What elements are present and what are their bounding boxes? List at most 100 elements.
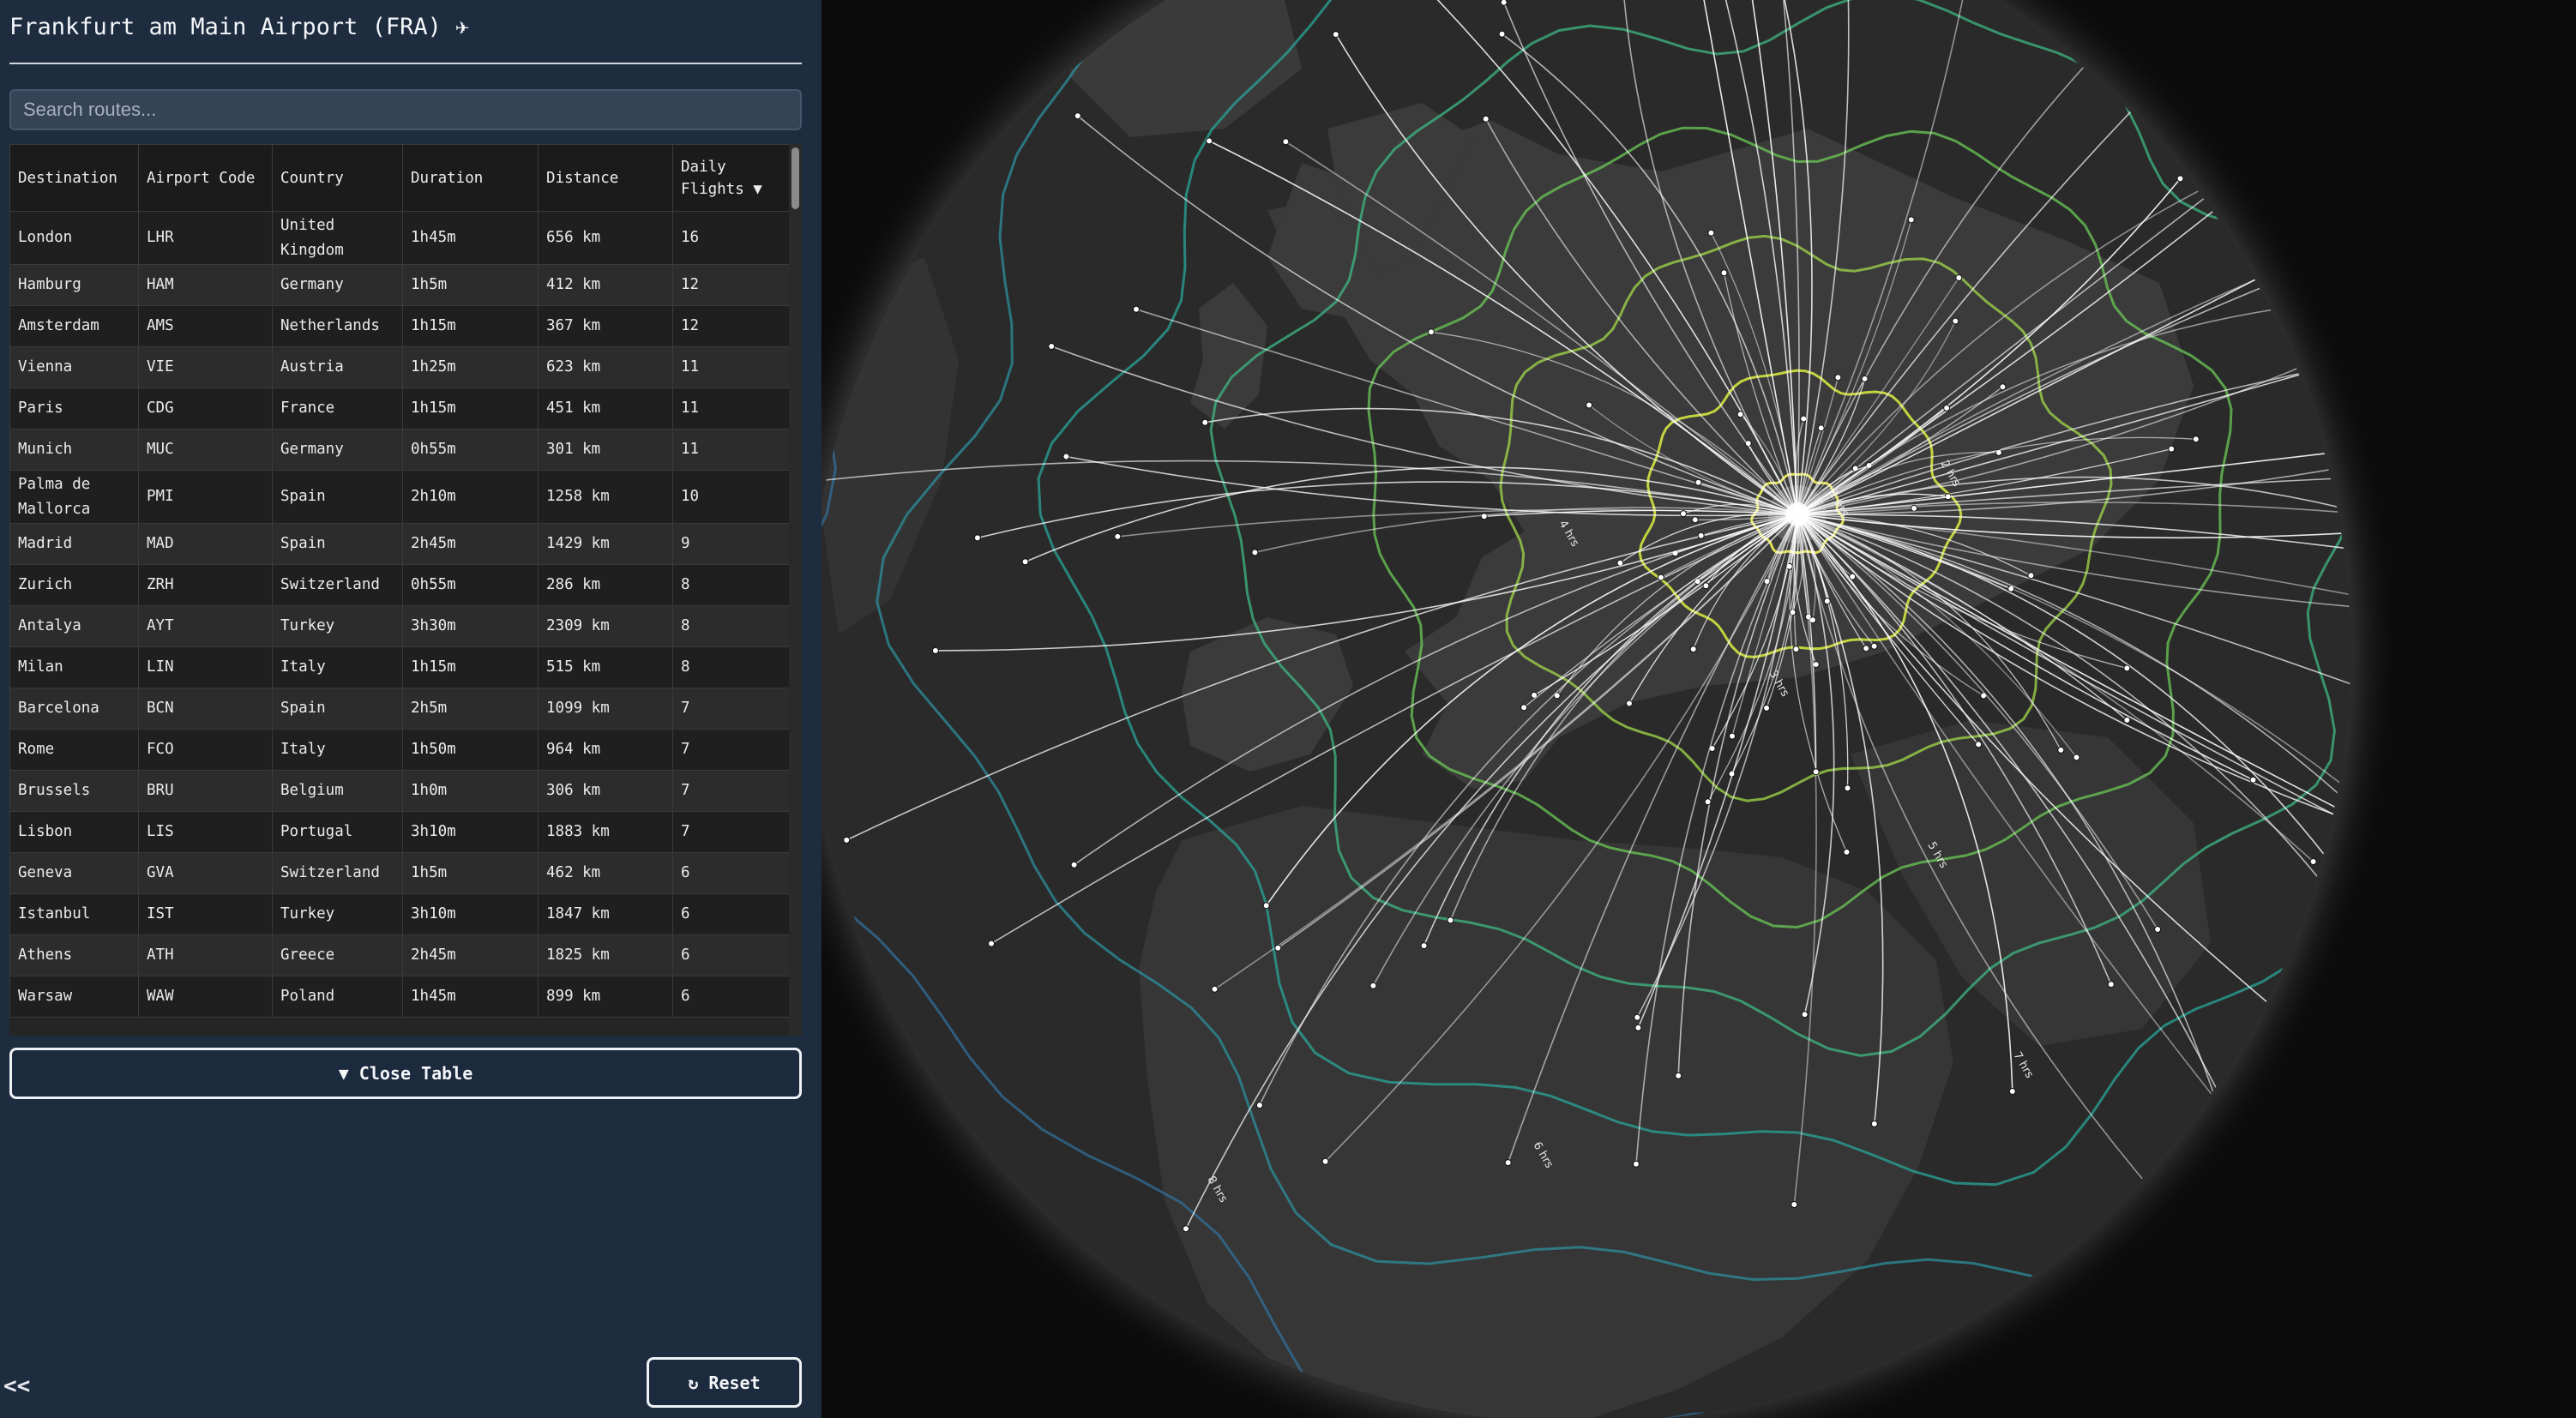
table-row[interactable]: Geneva GVA Switzerland 1h5m 462 km 6 [9,852,790,894]
destination-marker[interactable] [2523,328,2529,334]
destination-marker[interactable] [1843,848,1851,856]
destination-marker[interactable] [1504,1159,1512,1167]
destination-marker[interactable] [2154,926,2162,933]
table-row[interactable]: Lisbon LIS Portugal 3h10m 1883 km 7 [9,811,790,853]
destination-marker[interactable] [1999,383,2007,391]
destination-marker[interactable] [1133,305,1140,313]
destination-marker[interactable] [973,534,981,542]
destination-marker[interactable] [2057,746,2065,754]
destination-marker[interactable] [1633,1160,1640,1168]
destination-marker[interactable] [1849,573,1857,580]
destination-marker[interactable] [1952,317,1959,325]
destination-marker[interactable] [2417,841,2423,847]
search-routes-input[interactable] [9,89,802,130]
destination-marker[interactable] [1500,0,1508,6]
destination-marker[interactable] [2423,859,2429,865]
reset-button[interactable]: ↻ Reset [647,1357,802,1408]
destination-marker[interactable] [1702,582,1710,590]
destination-marker[interactable] [1823,598,1831,605]
destination-marker[interactable] [1689,646,1697,653]
destination-marker[interactable] [2176,175,2184,183]
destination-marker[interactable] [843,836,851,844]
table-scroll-thumb[interactable] [791,147,799,209]
destination-marker[interactable] [1694,478,1702,486]
destination-marker[interactable] [2433,1134,2439,1140]
destination-marker[interactable] [1048,343,1056,350]
destination-marker[interactable] [1282,138,1290,146]
destination-marker[interactable] [2008,1088,2016,1095]
destination-marker[interactable] [1183,1225,1189,1233]
destination-marker[interactable] [1911,504,1918,512]
table-row[interactable]: Athens ATH Greece 2h45m 1825 km 6 [9,934,790,976]
destination-marker[interactable] [1321,1157,1329,1165]
destination-marker[interactable] [2285,129,2293,137]
destination-marker[interactable] [1447,916,1454,924]
table-row[interactable]: Amsterdam AMS Netherlands 1h15m 367 km 12 [9,305,790,347]
table-scrollbar[interactable] [789,144,802,1036]
destination-marker[interactable] [2027,572,2035,580]
destination-marker[interactable] [1763,704,1771,712]
destination-marker[interactable] [2465,293,2471,299]
close-table-button[interactable]: ▼ Close Table [9,1048,802,1099]
destination-marker[interactable] [1428,328,1435,336]
destination-marker[interactable] [2543,631,2549,637]
destination-marker[interactable] [2373,922,2379,928]
table-row[interactable]: Palma de Mallorca PMI Spain 2h10m 1258 km 10 [9,470,790,524]
destination-marker[interactable] [1801,1011,1809,1018]
destination-marker[interactable] [2168,445,2176,453]
destination-marker[interactable] [1332,31,1339,39]
destination-marker[interactable] [1586,401,1593,409]
destination-marker[interactable] [1704,798,1712,806]
destination-marker[interactable] [1844,784,1851,792]
destination-marker[interactable] [2123,664,2131,672]
destination-marker[interactable] [2492,519,2498,525]
destination-marker[interactable] [1274,944,1282,952]
destination-marker[interactable] [1720,269,1728,277]
table-row[interactable]: Vienna VIE Austria 1h25m 623 km 11 [9,346,790,388]
destination-marker[interactable] [1255,1102,1263,1109]
destination-marker[interactable] [1262,902,1270,910]
collapse-sidebar-button[interactable]: << [3,1373,30,1399]
destination-marker[interactable] [1520,704,1528,712]
table-row[interactable]: Rome FCO Italy 1h50m 964 km 7 [9,729,790,771]
column-header-country[interactable]: Country [272,144,403,212]
destination-marker[interactable] [2351,248,2357,254]
destination-marker[interactable] [1369,982,1377,989]
destination-marker[interactable] [2299,1205,2307,1212]
destination-marker[interactable] [1206,137,1213,145]
table-row[interactable]: Brussels BRU Belgium 1h0m 306 km 7 [9,770,790,812]
column-header-distance[interactable]: Distance [538,144,673,212]
destination-marker[interactable] [1707,229,1715,237]
destination-marker[interactable] [2107,981,2115,988]
destination-marker[interactable] [1634,1024,1642,1031]
table-row[interactable]: Madrid MAD Spain 2h45m 1429 km 9 [9,523,790,565]
column-header-airport-code[interactable]: Airport Code [138,144,273,212]
destination-marker[interactable] [1943,404,1951,412]
destination-marker[interactable] [1420,942,1428,950]
destination-marker[interactable] [1812,661,1820,668]
destination-marker[interactable] [1955,274,1963,281]
destination-marker[interactable] [2073,754,2080,761]
destination-marker[interactable] [1870,642,1878,650]
destination-marker[interactable] [2524,993,2530,999]
destination-marker[interactable] [1861,375,1869,382]
table-row[interactable]: Warsaw WAW Poland 1h45m 899 km 6 [9,976,790,1018]
destination-marker[interactable] [1863,645,1870,652]
destination-marker[interactable] [2192,436,2200,443]
destination-marker[interactable] [1975,741,1983,748]
destination-marker[interactable] [1736,411,1744,418]
destination-marker[interactable] [1634,1013,1641,1021]
table-row[interactable]: Istanbul IST Turkey 3h10m 1847 km 6 [9,893,790,935]
destination-marker[interactable] [2301,137,2308,145]
table-row[interactable]: Milan LIN Italy 1h15m 515 km 8 [9,646,790,688]
destination-marker[interactable] [1657,574,1664,581]
column-header-duration[interactable]: Duration [402,144,539,212]
destination-marker[interactable] [1907,216,1915,224]
destination-marker[interactable] [1697,532,1705,539]
table-row[interactable]: Barcelona BCN Spain 2h5m 1099 km 7 [9,688,790,730]
destination-marker[interactable] [1675,1072,1682,1079]
destination-marker[interactable] [1201,418,1209,426]
destination-marker[interactable] [931,646,939,654]
destination-marker[interactable] [1812,768,1820,776]
destination-marker[interactable] [1021,558,1029,566]
